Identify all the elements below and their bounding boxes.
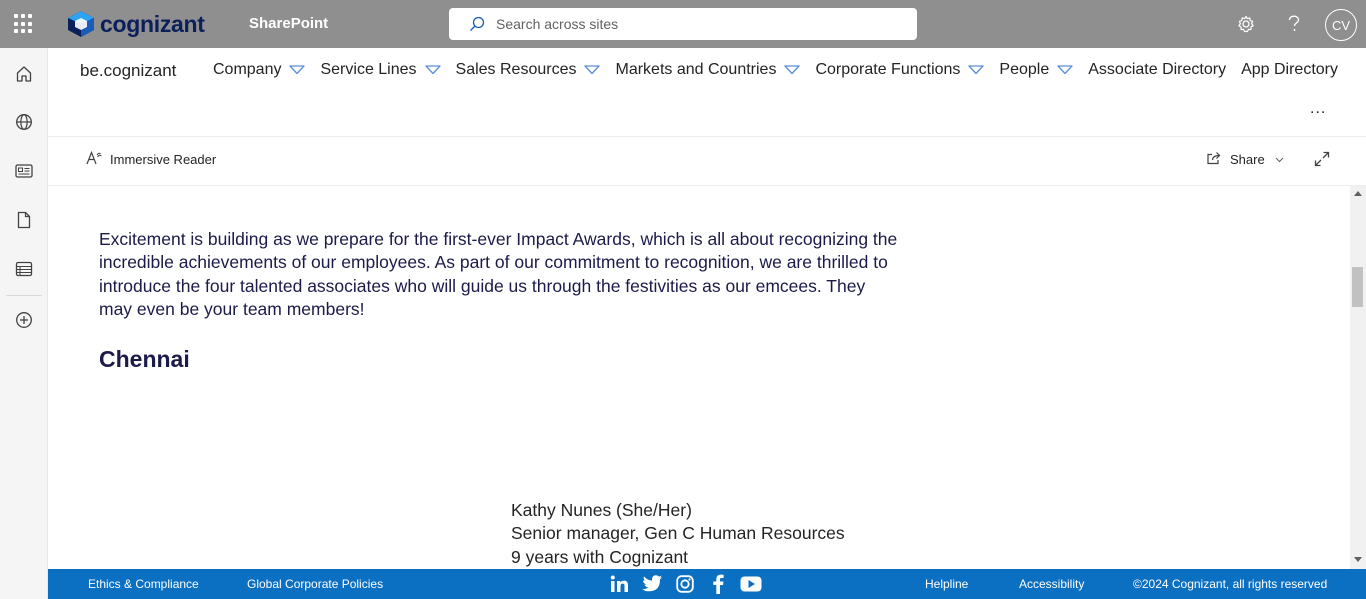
app-bar [0, 48, 48, 599]
nav-item-label: Corporate Functions [815, 61, 961, 78]
footer-link-ethics[interactable]: Ethics & Compliance [88, 577, 199, 591]
chevron-down-icon[interactable] [424, 65, 441, 75]
facebook-icon[interactable] [707, 573, 729, 595]
search-icon [470, 16, 485, 31]
chevron-down-icon[interactable] [584, 65, 601, 75]
chevron-down-icon[interactable] [968, 65, 985, 75]
list-icon[interactable] [12, 257, 36, 281]
immersive-reader-icon [86, 150, 102, 168]
share-button[interactable]: Share [1206, 151, 1284, 168]
globe-icon[interactable] [12, 110, 36, 134]
cognizant-logo-mark-icon [68, 11, 94, 37]
nav-item-company[interactable]: Company [213, 61, 306, 79]
immersive-reader-label: Immersive Reader [110, 152, 217, 167]
document-icon[interactable] [12, 208, 36, 232]
nav-item-sales-resources[interactable]: Sales Resources [456, 61, 601, 79]
instagram-icon[interactable] [674, 573, 696, 595]
nav-item-app-directory[interactable]: App Directory [1241, 61, 1338, 79]
site-navigation: be.cognizant Company Service Lines Sales… [48, 48, 1366, 137]
app-launcher-icon[interactable] [14, 14, 34, 34]
home-icon[interactable] [12, 62, 36, 86]
nav-item-label: Service Lines [320, 61, 417, 78]
nav-item-label: Markets and Countries [615, 61, 777, 78]
help-icon[interactable] [1282, 12, 1306, 36]
immersive-reader-button[interactable]: Immersive Reader [86, 150, 217, 168]
share-icon [1206, 151, 1222, 168]
twitter-icon[interactable] [641, 573, 663, 595]
command-bar: Immersive Reader Share [48, 137, 1366, 186]
nav-item-label: Sales Resources [455, 61, 577, 78]
nav-item-label: App Directory [1241, 61, 1338, 78]
footer-link-accessibility[interactable]: Accessibility [1019, 577, 1084, 591]
create-icon[interactable] [12, 308, 36, 332]
nav-item-people[interactable]: People [999, 61, 1073, 79]
person-name: Kathy Nunes (She/Her) [511, 500, 692, 520]
cognizant-logo[interactable]: cognizant [66, 9, 205, 39]
person-title: Senior manager, Gen C Human Resources [511, 523, 845, 544]
share-label: Share [1230, 152, 1265, 167]
person-tenure: 9 years with Cognizant [511, 546, 689, 567]
rail-divider [6, 295, 42, 296]
youtube-icon[interactable] [740, 573, 762, 595]
section-heading: Chennai [99, 346, 190, 372]
nav-item-corporate-functions[interactable]: Corporate Functions [815, 61, 985, 79]
footer-link-policies[interactable]: Global Corporate Policies [247, 577, 383, 591]
site-footer: Ethics & Compliance Global Corporate Pol… [48, 569, 1366, 599]
nav-item-label: People [999, 61, 1050, 78]
chevron-down-icon[interactable] [289, 65, 306, 75]
scroll-down-arrow-icon[interactable] [1354, 557, 1362, 562]
nav-item-label: Associate Directory [1088, 61, 1227, 78]
search-input[interactable] [496, 16, 876, 32]
suite-header: cognizant SharePoint CV [0, 0, 1366, 48]
news-icon[interactable] [12, 159, 36, 183]
settings-icon[interactable] [1234, 12, 1258, 36]
page-content: Excitement is building as we prepare for… [48, 186, 1350, 569]
linkedin-icon[interactable] [608, 573, 630, 595]
scrollbar-thumb[interactable] [1352, 267, 1363, 307]
search-box[interactable] [449, 8, 917, 40]
footer-link-helpline[interactable]: Helpline [925, 577, 968, 591]
nav-more-button[interactable]: ... [1310, 100, 1326, 118]
nav-item-markets-and-countries[interactable]: Markets and Countries [615, 61, 801, 79]
site-title[interactable]: be.cognizant [80, 61, 176, 81]
expand-icon[interactable] [1314, 151, 1330, 172]
user-avatar[interactable]: CV [1325, 9, 1357, 41]
nav-item-associate-directory[interactable]: Associate Directory [1088, 61, 1226, 79]
chevron-down-icon [1275, 157, 1284, 162]
chevron-down-icon[interactable] [784, 65, 801, 75]
chevron-down-icon[interactable] [1057, 65, 1073, 75]
article-intro-text: Excitement is building as we prepare for… [99, 229, 898, 319]
logo-text: cognizant [100, 10, 205, 37]
footer-copyright: ©2024 Cognizant, all rights reserved [1133, 577, 1328, 591]
person-card: Kathy Nunes (She/Her) Senior manager, Ge… [511, 499, 845, 569]
app-name[interactable]: SharePoint [249, 15, 328, 32]
nav-item-label: Company [213, 61, 282, 78]
nav-item-service-lines[interactable]: Service Lines [320, 61, 441, 79]
scroll-up-arrow-icon[interactable] [1354, 191, 1362, 196]
vertical-scrollbar[interactable] [1350, 186, 1366, 569]
social-links [608, 573, 773, 595]
hub-nav: Company Service Lines Sales Resources Ma… [213, 61, 1353, 79]
